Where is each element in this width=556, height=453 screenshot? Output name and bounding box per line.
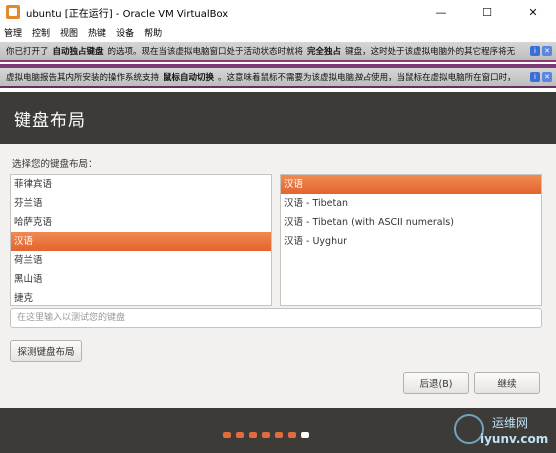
variant-item[interactable]: 汉语 - Uyghur [281,232,541,251]
notification-text: 你已打开了 [6,47,49,57]
close-button[interactable]: ✕ [510,0,556,24]
detect-layout-button[interactable]: 探测键盘布局 [10,340,82,362]
window-controls: — ☐ ✕ [418,0,556,24]
virtualbox-icon [6,5,20,19]
menu-view[interactable]: 视图 [60,26,78,39]
notification-bold: 自动独占键盘 [52,47,104,57]
progress-dot [288,432,296,438]
watermark-bottom: iyunv.com [480,432,549,446]
progress-dot [236,432,244,438]
mouse-integration-notification: 虚拟电脑报告其内所安装的操作系统支持 鼠标自动切换 。这意味着鼠标不需要为该虚拟… [0,68,556,88]
installer-content: 选择您的键盘布局： 菲律宾语 芬兰语 哈萨克语 汉语 荷兰语 黑山语 捷克 汉语… [0,144,556,408]
notification-italic: 独占 [354,73,372,83]
layout-list[interactable]: 菲律宾语 芬兰语 哈萨克语 汉语 荷兰语 黑山语 捷克 [10,174,272,306]
notification-bold: 完全独占 [307,47,342,57]
notification-text: 键盘，这时处于该虚拟电脑外的其它程序将无 [345,47,516,57]
progress-dot [249,432,257,438]
layout-item[interactable]: 捷克 [11,289,271,305]
progress-dot [275,432,283,438]
progress-dot [262,432,270,438]
info-icon[interactable]: i [530,46,540,56]
notification-actions: i ✕ [530,46,552,56]
menu-help[interactable]: 帮助 [144,26,162,39]
menu-bar: 管理 控制 视图 热键 设备 帮助 [0,24,556,40]
layout-item[interactable]: 黑山语 [11,270,271,289]
notification-text: 使用，当鼠标在虚拟电脑所在窗口时， [371,73,516,83]
installer-header: 键盘布局 [0,92,556,144]
menu-control[interactable]: 控制 [32,26,50,39]
watermark-logo: 运维网 iyunv.com [452,410,552,452]
watermark-top: 运维网 [492,416,529,430]
variant-item[interactable]: 汉语 - Tibetan (with ASCII numerals) [281,213,541,232]
notification-text: 虚拟电脑报告其内所安装的操作系统支持 [6,73,160,83]
layout-prompt: 选择您的键盘布局： [12,159,98,170]
menu-hotkeys[interactable]: 热键 [88,26,106,39]
menu-devices[interactable]: 设备 [116,26,134,39]
layout-item[interactable]: 哈萨克语 [11,213,271,232]
notification-bold: 鼠标自动切换 [163,73,215,83]
back-button[interactable]: 后退(B) [403,372,469,394]
variant-list[interactable]: 汉语 汉语 - Tibetan 汉语 - Tibetan (with ASCII… [280,174,542,306]
continue-button[interactable]: 继续 [474,372,540,394]
keyboard-test-input[interactable] [10,308,542,328]
menu-manage[interactable]: 管理 [4,26,22,39]
variant-item-selected[interactable]: 汉语 [281,175,541,194]
window-titlebar: ubuntu [正在运行] - Oracle VM VirtualBox — ☐… [0,0,556,24]
notification-text: 的选项。现在当该虚拟电脑窗口处于活动状态时就将 [107,47,304,57]
minimize-button[interactable]: — [418,0,464,24]
maximize-button[interactable]: ☐ [464,0,510,24]
page-title: 键盘布局 [14,110,86,131]
layout-item[interactable]: 菲律宾语 [11,175,271,194]
notification-text: 。这意味着鼠标不需要为该虚拟电脑 [218,73,355,83]
info-icon[interactable]: i [530,72,540,82]
dismiss-icon[interactable]: ✕ [542,46,552,56]
progress-dot [223,432,231,438]
layout-item[interactable]: 荷兰语 [11,251,271,270]
variant-item[interactable]: 汉语 - Tibetan [281,194,541,213]
layout-item[interactable]: 芬兰语 [11,194,271,213]
dismiss-icon[interactable]: ✕ [542,72,552,82]
window-title: ubuntu [正在运行] - Oracle VM VirtualBox [26,8,229,20]
notification-actions: i ✕ [530,72,552,82]
layout-item-selected[interactable]: 汉语 [11,232,271,251]
progress-dot-current [301,432,309,438]
keyboard-capture-notification: 你已打开了 自动独占键盘 的选项。现在当该虚拟电脑窗口处于活动状态时就将 完全独… [0,42,556,62]
progress-dots [223,432,309,438]
